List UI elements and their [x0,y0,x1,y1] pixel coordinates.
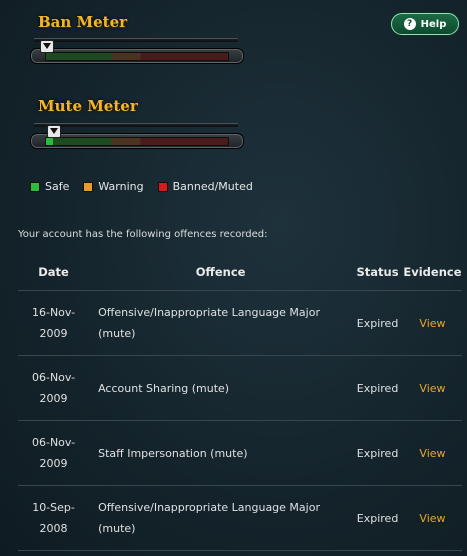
table-header-row: Date Offence Status Evidence [18,254,462,291]
header-date: Date [18,254,90,291]
legend-label: Banned/Muted [172,180,253,193]
offence-date: 06-Nov- 2009 [18,355,90,421]
legend-label: Safe [45,180,70,193]
evidence-cell: View [402,485,462,551]
mute-meter-title: Mute Meter [38,97,138,115]
offences-table: Date Offence Status Evidence 16-Nov- 2009… [18,254,462,551]
table-row: 06-Nov- 2009 Account Sharing (mute) Expir… [18,355,462,421]
view-evidence-link[interactable]: View [419,382,445,395]
table-row: 10-Sep- 2008 Offensive/Inappropriate Lang… [18,485,462,551]
mute-meter-track [45,137,229,146]
offence-status: Expired [352,420,403,486]
evidence-cell: View [402,420,462,486]
help-button-label: Help [420,18,447,30]
legend-item-warning: Warning [83,180,144,193]
meter-legend: Safe Warning Banned/Muted [30,180,267,193]
evidence-cell: View [402,290,462,356]
warning-swatch-icon [83,181,94,192]
offence-description: Staff Impersonation (mute) [89,420,353,486]
offence-date: 10-Sep- 2008 [18,485,90,551]
ban-meter-track [45,52,229,61]
view-evidence-link[interactable]: View [419,447,445,460]
ban-meter-marker-icon [40,40,54,53]
offence-status: Expired [352,485,403,551]
offence-status: Expired [352,290,403,356]
offence-date: 16-Nov- 2009 [18,290,90,356]
legend-item-banned: Banned/Muted [157,180,253,193]
offences-intro-text: Your account has the following offences … [18,229,268,240]
header-offence: Offence [89,254,353,291]
offence-description: Account Sharing (mute) [89,355,353,421]
mute-meter-marker-icon [47,125,62,138]
offence-description: Offensive/Inappropriate Language Major (m… [89,485,353,551]
help-button[interactable]: ? Help [391,13,459,35]
table-row: 16-Nov- 2009 Offensive/Inappropriate Lang… [18,290,462,356]
mute-meter-fill [46,138,54,145]
offence-status: Expired [352,355,403,421]
mute-meter [30,123,244,149]
ban-meter [30,38,244,64]
question-icon: ? [403,18,416,30]
evidence-cell: View [402,355,462,421]
offence-date: 06-Nov- 2009 [18,420,90,486]
legend-label: Warning [98,180,144,193]
view-evidence-link[interactable]: View [419,317,445,330]
header-evidence: Evidence [402,254,462,291]
legend-item-safe: Safe [30,180,69,193]
offence-description: Offensive/Inappropriate Language Major (m… [89,290,353,356]
safe-swatch-icon [30,181,40,192]
ban-meter-title: Ban Meter [38,13,128,31]
header-status: Status [352,254,403,291]
banned-swatch-icon [157,181,168,192]
view-evidence-link[interactable]: View [419,512,445,525]
table-row: 06-Nov- 2009 Staff Impersonation (mute) E… [18,420,462,486]
